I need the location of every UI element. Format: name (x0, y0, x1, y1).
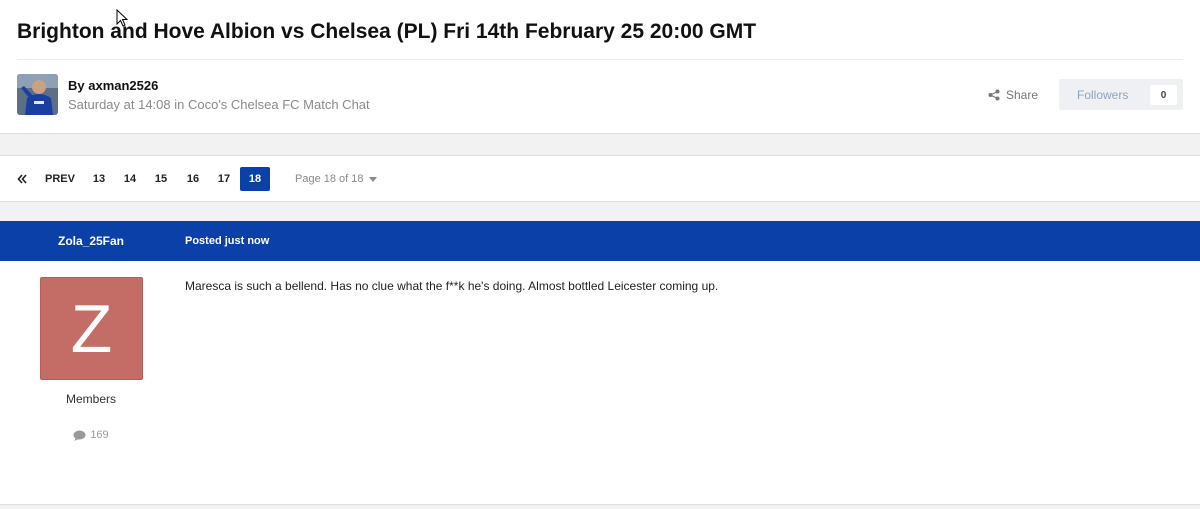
followers-button[interactable]: Followers 0 (1059, 79, 1183, 110)
post-count: 169 (0, 429, 182, 441)
prev-page-button[interactable]: PREV (42, 167, 78, 191)
first-page-button[interactable] (12, 167, 32, 191)
followers-count: 0 (1150, 85, 1177, 105)
author-avatar[interactable] (17, 74, 58, 115)
page-18-active[interactable]: 18 (240, 167, 270, 191)
pagination: PREV 13 14 15 16 17 18 Page 18 of 18 (0, 155, 1200, 202)
page-jump-dropdown[interactable]: Page 18 of 18 (295, 167, 377, 191)
double-chevron-left-icon (17, 174, 27, 184)
topic-author[interactable]: By axman2526 (68, 78, 158, 93)
post-time[interactable]: Posted just now (185, 221, 269, 261)
page-15[interactable]: 15 (149, 167, 173, 191)
share-label: Share (1006, 88, 1039, 102)
page-13[interactable]: 13 (87, 167, 111, 191)
post-count-value: 169 (90, 429, 109, 441)
divider (17, 59, 1183, 60)
topic-header: Brighton and Hove Albion vs Chelsea (PL)… (0, 0, 1200, 134)
page-14[interactable]: 14 (118, 167, 142, 191)
post-username[interactable]: Zola_25Fan (0, 221, 182, 261)
page-info: Page 18 of 18 (295, 173, 364, 185)
author-photo (17, 74, 58, 115)
post-header: Zola_25Fan Posted just now (0, 221, 1200, 261)
post-body: Maresca is such a bellend. Has no clue w… (185, 279, 719, 293)
share-icon (988, 89, 1000, 101)
followers-label: Followers (1077, 87, 1129, 102)
post: Zola_25Fan Posted just now Z Members 169… (0, 221, 1200, 505)
share-button[interactable]: Share (988, 88, 1038, 102)
post-avatar[interactable]: Z (40, 277, 143, 380)
caret-down-icon (368, 176, 377, 182)
page-17[interactable]: 17 (212, 167, 236, 191)
page-16[interactable]: 16 (181, 167, 205, 191)
mouse-cursor-icon (116, 9, 128, 27)
topic-meta[interactable]: Saturday at 14:08 in Coco's Chelsea FC M… (68, 97, 370, 112)
member-group: Members (65, 392, 116, 406)
comment-icon (73, 430, 86, 441)
